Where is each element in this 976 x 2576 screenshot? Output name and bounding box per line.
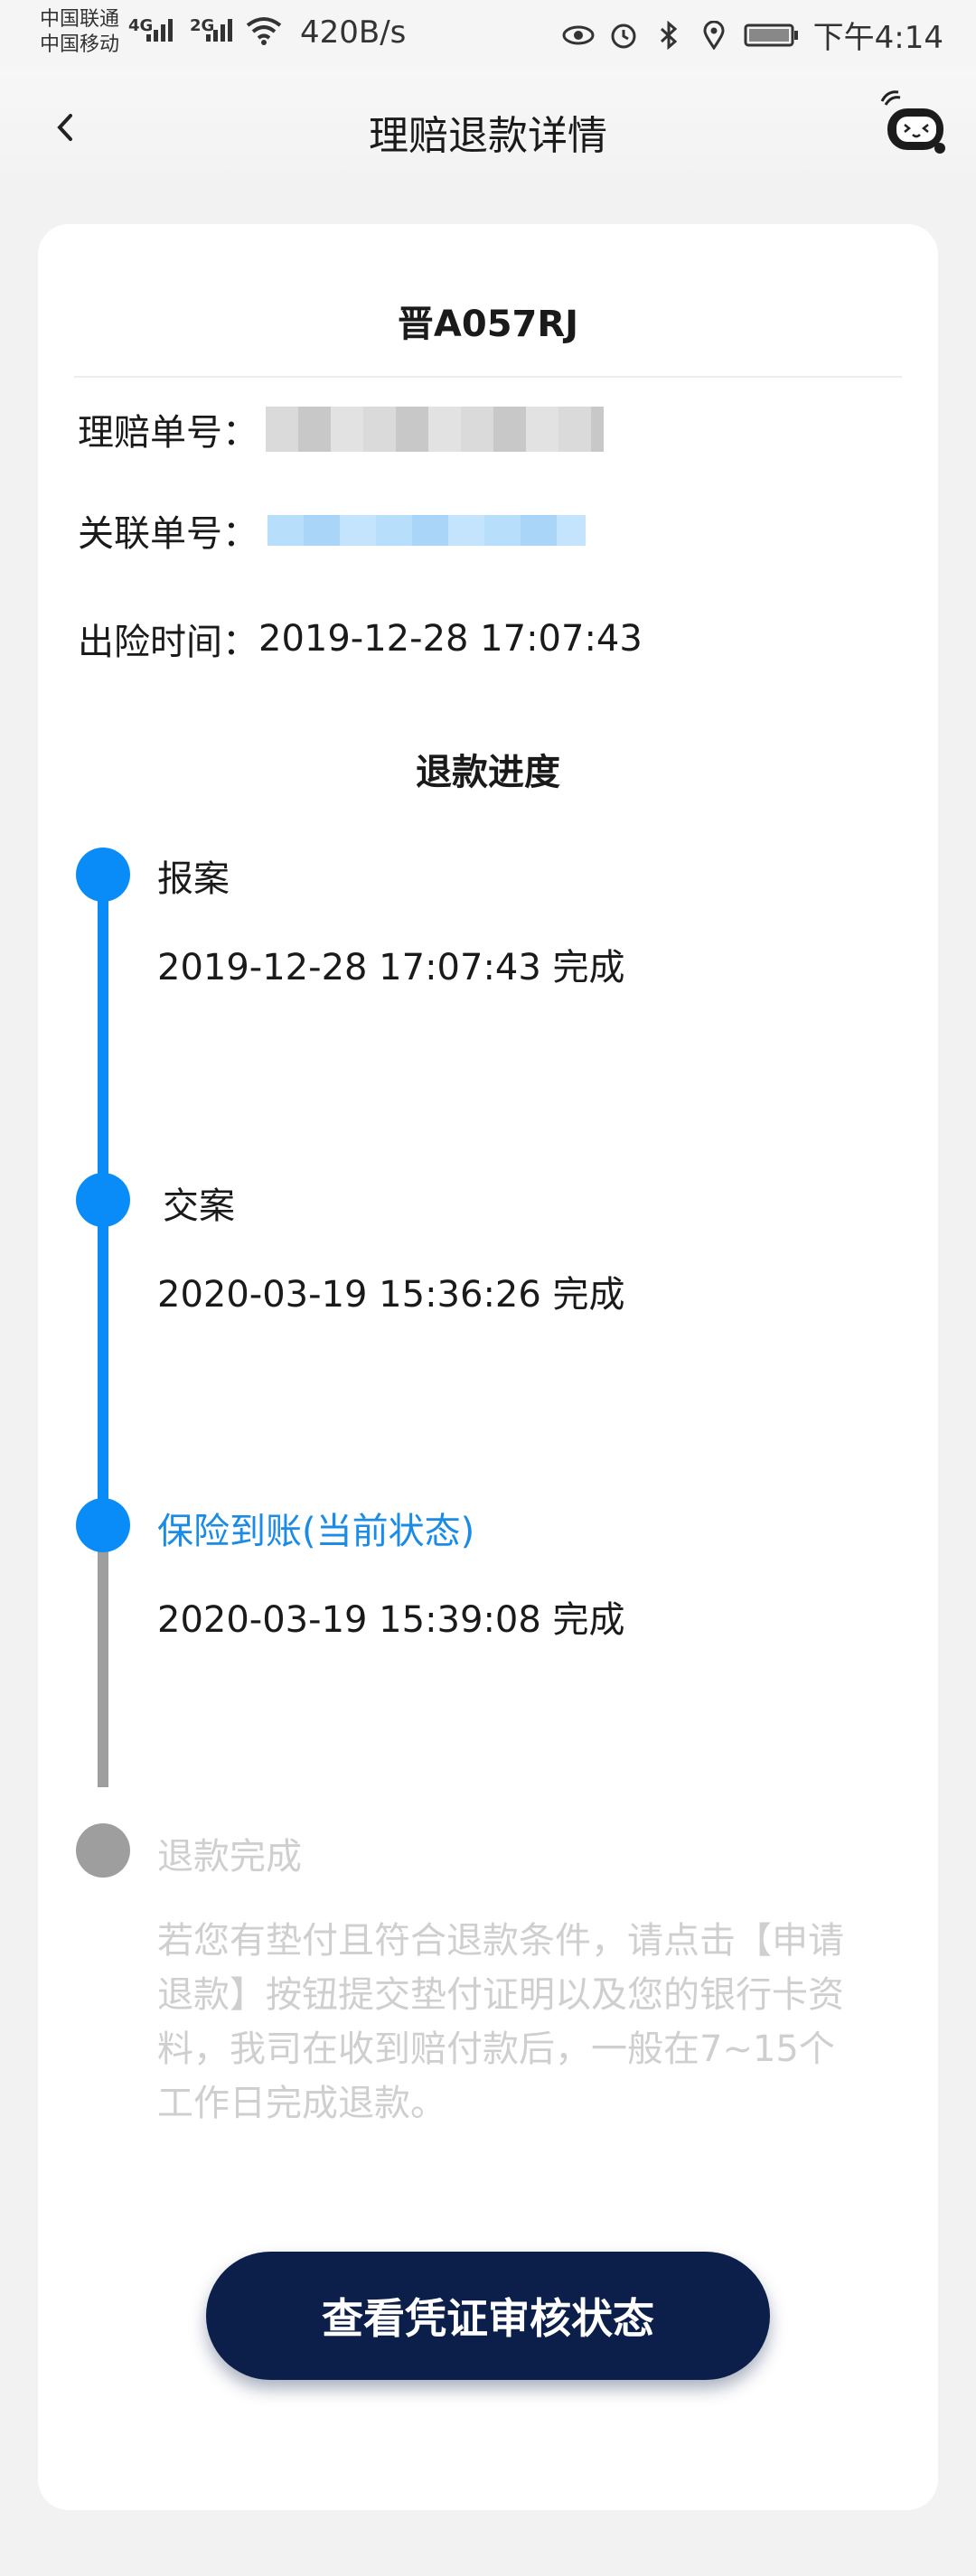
status-bar: 中国联通 中国移动 4G 2G 420B/s 下午4:14 [0, 0, 976, 69]
carrier-2: 中国移动 [40, 33, 120, 56]
step-time: 2020-03-19 15:36:26 完成 [157, 1274, 625, 1316]
battery-icon [743, 19, 801, 52]
step-label-current: 保险到账(当前状态) [157, 1511, 475, 1552]
bluetooth-icon [652, 19, 685, 52]
network-speed: 420B/s [300, 14, 407, 51]
customer-service-icon [880, 90, 945, 154]
signal-icon [146, 19, 173, 42]
status-icons: 下午4:14 [562, 13, 943, 57]
timeline-dot [76, 848, 130, 902]
alarm-icon [607, 19, 640, 52]
step-label-pending: 退款完成 [157, 1836, 302, 1878]
location-icon [698, 19, 730, 52]
step-time: 2020-03-19 15:39:08 完成 [157, 1599, 625, 1641]
refund-note: 若您有垫付且符合退款条件，请点击【申请退款】按钮提交垫付证明以及您的银行卡资料，… [157, 1920, 844, 2124]
claim-number-label: 理赔单号： [78, 412, 258, 454]
incident-time-row: 出险时间： 2019-12-28 17:07:43 [78, 613, 643, 665]
related-number-label: 关联单号： [78, 513, 258, 555]
claim-number-row: 理赔单号： [78, 403, 604, 455]
step-label: 报案 [157, 858, 230, 900]
timeline-dot [76, 1173, 130, 1227]
timeline-line-pending [98, 1525, 108, 1787]
carrier-info: 中国联通 中国移动 [40, 7, 119, 58]
customer-service-button[interactable] [877, 90, 949, 159]
clock-time: 下午4:14 [812, 20, 943, 56]
divider [74, 376, 902, 378]
related-number-row: 关联单号： [78, 504, 586, 557]
incident-time-value: 2019-12-28 17:07:43 [258, 618, 643, 660]
eye-icon [562, 19, 595, 52]
claim-detail-card: 晋A057RJ 理赔单号： 关联单号： 出险时间： 2019-12-28 17:… [38, 224, 938, 2510]
license-plate: 晋A057RJ [397, 304, 579, 345]
view-voucher-status-button[interactable]: 查看凭证审核状态 [206, 2252, 770, 2380]
incident-time-label: 出险时间： [78, 622, 258, 663]
timeline-dot-pending [76, 1823, 130, 1878]
step-label: 交案 [163, 1185, 235, 1227]
timeline-dot-current [76, 1498, 130, 1552]
progress-title: 退款进度 [416, 752, 560, 793]
header-bar: 理赔退款详情 [0, 69, 976, 186]
claim-number-redacted [266, 407, 604, 452]
carrier-1: 中国联通 [40, 8, 120, 31]
related-number-link[interactable] [267, 515, 586, 546]
signal-icon-2 [206, 19, 232, 42]
step-time: 2019-12-28 17:07:43 完成 [157, 947, 625, 988]
page-title: 理赔退款详情 [369, 113, 607, 159]
wifi-icon [246, 17, 282, 45]
